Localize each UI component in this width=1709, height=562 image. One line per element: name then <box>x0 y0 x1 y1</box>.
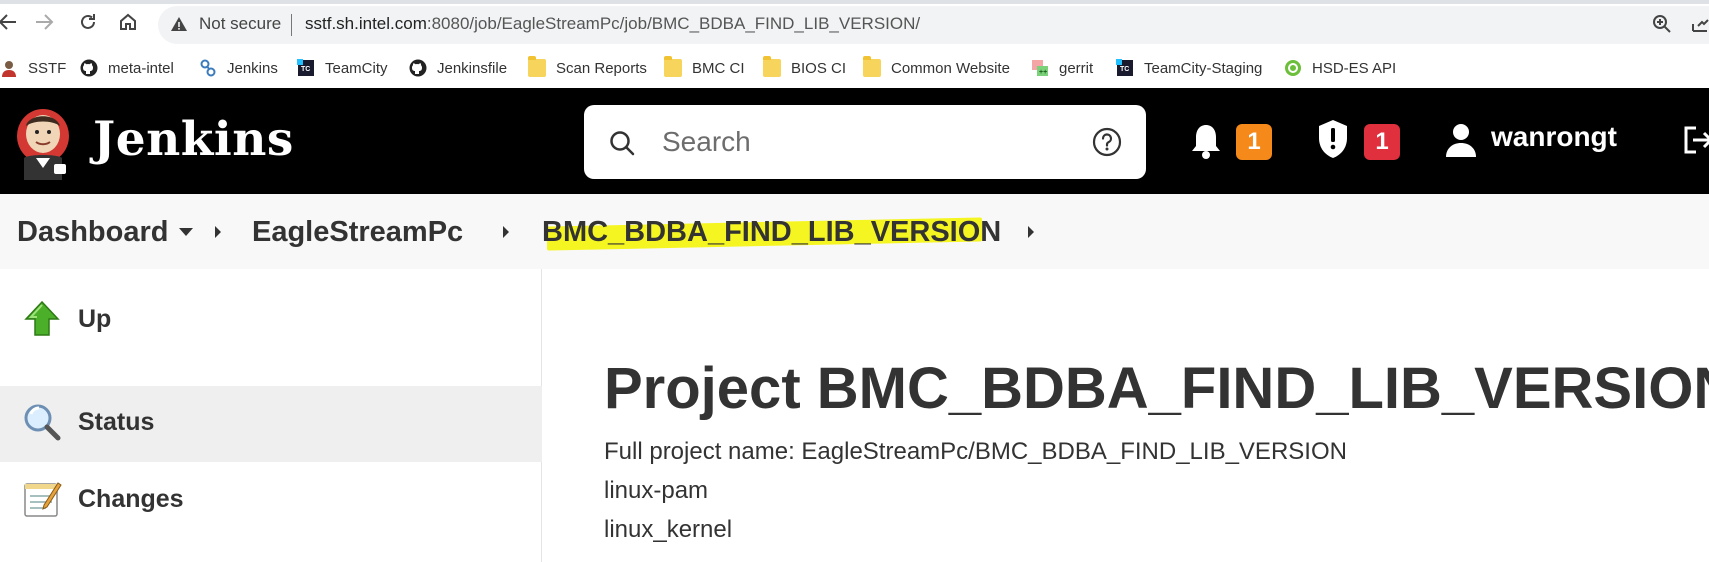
chevron-right-icon[interactable] <box>1025 224 1037 240</box>
side-panel: Up Status Changes <box>0 269 542 562</box>
url-host: sstf.sh.intel.com <box>305 14 427 33</box>
bookmark-label: Common Website <box>891 59 1010 77</box>
user-icon[interactable] <box>1444 122 1478 158</box>
up-arrow-icon <box>24 300 60 336</box>
task-status[interactable]: Status <box>0 386 542 462</box>
bookmark-label: TeamCity <box>325 59 388 77</box>
full-project-name: Full project name: EagleStreamPc/BMC_BDB… <box>604 438 1347 465</box>
url-path: :8080/job/EagleStreamPc/job/BMC_BDBA_FIN… <box>426 14 921 33</box>
notifications-badge[interactable]: 1 <box>1236 124 1272 160</box>
task-label: Status <box>78 408 155 436</box>
shield-icon[interactable] <box>1316 118 1350 160</box>
bookmark-label: gerrit <box>1059 59 1094 77</box>
bookmark-label: SSTF <box>28 59 67 77</box>
share-icon[interactable] <box>1690 14 1709 34</box>
chevron-down-icon[interactable] <box>178 227 194 237</box>
bookmark-teamcity-staging[interactable]: TC TeamCity-Staging <box>1116 57 1262 79</box>
browser-toolbar: Not secure sstf.sh.intel.com:8080/job/Ea… <box>0 0 1709 48</box>
chevron-right-icon[interactable] <box>212 224 224 240</box>
bookmark-bios-ci[interactable]: BIOS CI <box>763 56 847 79</box>
bookmark-scan-reports[interactable]: Scan Reports <box>528 56 647 79</box>
bookmark-gerrit[interactable]: ++ gerrit <box>1031 57 1093 79</box>
help-icon[interactable] <box>1092 127 1122 157</box>
jenkins-icon <box>200 59 216 77</box>
warning-icon[interactable] <box>170 15 188 33</box>
logout-icon[interactable] <box>1682 122 1709 158</box>
bookmark-label: BMC CI <box>692 59 745 77</box>
bookmark-hsd-es-api[interactable]: HSD-ES API <box>1284 57 1396 79</box>
task-up[interactable]: Up <box>0 283 542 359</box>
search-input[interactable] <box>662 125 1062 159</box>
zoom-icon[interactable] <box>1652 14 1672 34</box>
bookmark-bmc-ci[interactable]: BMC CI <box>664 56 745 79</box>
home-icon[interactable] <box>116 10 140 34</box>
person-icon <box>2 61 16 77</box>
url-text[interactable]: sstf.sh.intel.com:8080/job/EagleStreamPc… <box>305 14 920 34</box>
teamcity-icon: TC <box>1116 59 1133 76</box>
breadcrumb: Dashboard EagleStreamPc BMC_BDBA_FIND_LI… <box>0 194 1709 269</box>
breadcrumb-dashboard[interactable]: Dashboard <box>17 216 168 249</box>
gerrit-icon: ++ <box>1032 60 1048 76</box>
not-secure-label[interactable]: Not secure <box>199 14 281 34</box>
bookmark-common-website[interactable]: Common Website <box>863 56 1010 79</box>
search-box[interactable] <box>584 105 1146 179</box>
jenkins-title[interactable]: Jenkins <box>93 112 294 167</box>
bookmark-label: Jenkins <box>227 59 278 77</box>
folder-icon <box>863 56 881 77</box>
bookmark-label: HSD-ES API <box>1312 59 1397 77</box>
bookmark-teamcity[interactable]: TC TeamCity <box>297 57 388 79</box>
bookmark-meta-intel[interactable]: meta-intel <box>80 57 174 79</box>
bookmark-label: meta-intel <box>108 59 174 77</box>
jenkins-logo-icon[interactable] <box>14 106 72 180</box>
magnifier-icon <box>24 404 61 441</box>
task-label: Changes <box>78 485 184 513</box>
svg-text:++: ++ <box>1039 69 1047 76</box>
address-separator <box>291 14 292 36</box>
folder-icon <box>528 56 546 77</box>
bookmark-label: BIOS CI <box>791 59 847 77</box>
svg-text:TC: TC <box>1120 66 1129 73</box>
chevron-right-icon[interactable] <box>500 224 512 240</box>
page-title: Project BMC_BDBA_FIND_LIB_VERSION <box>604 356 1709 421</box>
search-icon <box>610 131 635 156</box>
bookmark-sstf[interactable]: SSTF <box>0 57 66 79</box>
bookmark-jenkinsfile[interactable]: Jenkinsfile <box>409 57 507 79</box>
task-label: Up <box>78 305 112 333</box>
security-badge[interactable]: 1 <box>1364 124 1400 160</box>
hsd-icon <box>1285 60 1301 76</box>
username-link[interactable]: wanrongt <box>1491 121 1617 153</box>
github-icon <box>80 59 98 77</box>
task-changes[interactable]: Changes <box>0 463 542 539</box>
breadcrumb-current-job[interactable]: BMC_BDBA_FIND_LIB_VERSION <box>542 216 1001 249</box>
bookmark-label: Jenkinsfile <box>437 59 508 77</box>
bookmarks-bar: SSTF meta-intel Jenkins TC TeamCity Jenk… <box>0 48 1709 88</box>
folder-icon <box>664 56 682 77</box>
notepad-icon <box>24 482 62 517</box>
reload-icon[interactable] <box>76 10 100 34</box>
folder-icon <box>763 56 781 77</box>
teamcity-icon: TC <box>297 59 314 76</box>
tab-strip <box>0 0 1709 4</box>
bookmark-jenkins[interactable]: Jenkins <box>199 57 278 79</box>
bookmark-label: TeamCity-Staging <box>1144 59 1263 77</box>
github-icon <box>409 59 427 77</box>
breadcrumb-eaglestreampc[interactable]: EagleStreamPc <box>252 216 463 249</box>
bookmark-label: Scan Reports <box>556 59 647 77</box>
back-icon[interactable] <box>0 10 20 34</box>
description-line: linux-pam <box>604 477 709 504</box>
jenkins-header: Jenkins 1 1 wanrongt <box>0 88 1709 194</box>
main-panel: Project BMC_BDBA_FIND_LIB_VERSION Full p… <box>543 269 1709 562</box>
svg-text:TC: TC <box>301 66 310 73</box>
forward-icon[interactable] <box>32 10 56 34</box>
description-line: linux_kernel <box>604 516 733 543</box>
bell-icon[interactable] <box>1190 121 1222 161</box>
